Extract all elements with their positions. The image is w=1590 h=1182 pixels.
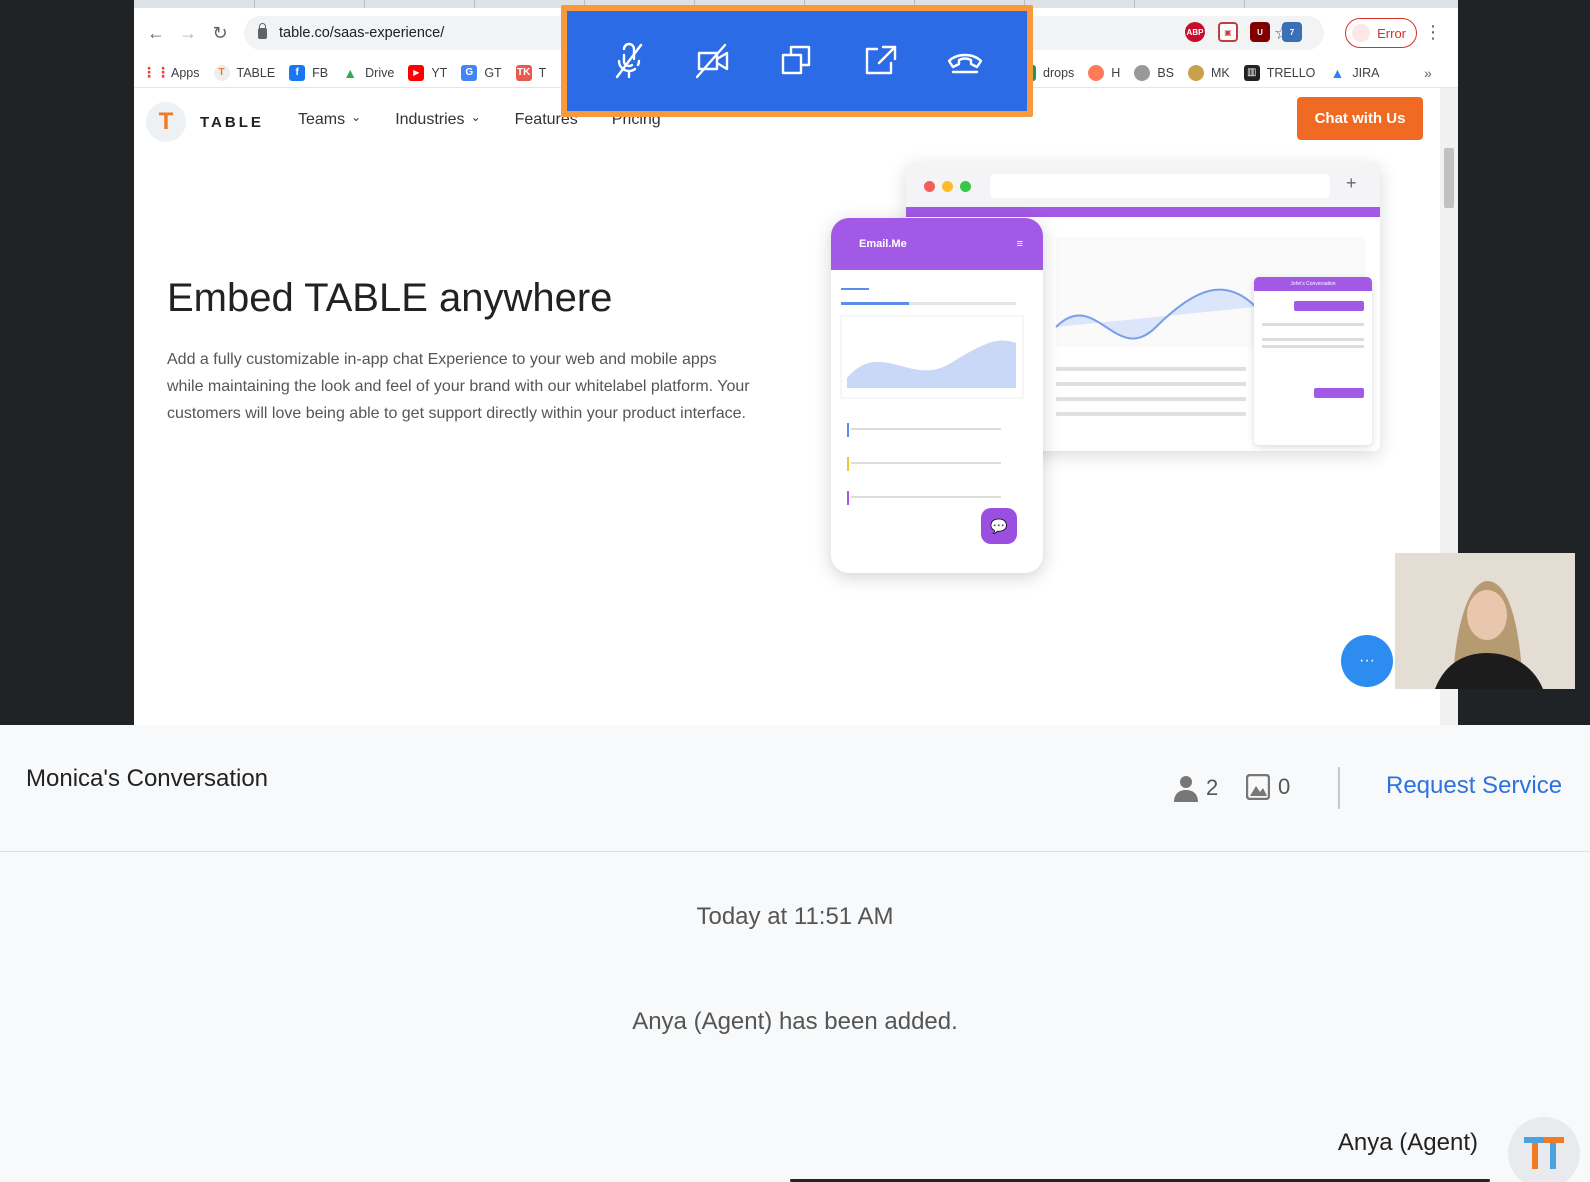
call-control-bar — [561, 5, 1033, 117]
reload-icon[interactable]: ↻ — [204, 23, 236, 44]
illustration-chat-card: John's Conversation — [1254, 277, 1372, 445]
bookmark-trello[interactable]: ▥ TRELLO — [1243, 64, 1315, 81]
conversation-panel: Monica's Conversation 2 0 Request Servic… — [0, 725, 1590, 1182]
bookmark-fb[interactable]: f FB — [289, 64, 328, 81]
illustration-phone: Email.Me ≡ 💬 — [831, 218, 1043, 573]
product-illustration: + John's Conversation Email.Me ≡ 💬 — [831, 163, 1380, 583]
bookmark-h[interactable]: H — [1088, 64, 1120, 81]
hang-up-icon — [947, 53, 983, 74]
agent-avatar — [1508, 1117, 1580, 1182]
adblock-plus-icon[interactable]: ABP — [1185, 22, 1205, 42]
website-page: T TABLE Teams Industries Features Pricin… — [134, 88, 1440, 725]
trello-icon: ▥ — [1243, 64, 1260, 81]
apps-grid-icon: ⋮⋮ — [142, 64, 170, 80]
browser-menu-icon[interactable]: ⋮ — [1424, 22, 1442, 43]
message-sender-name: Anya (Agent) — [1337, 1129, 1478, 1156]
bookmark-yt[interactable]: ▶ YT — [408, 64, 447, 81]
illustration-chat-icon: 💬 — [981, 508, 1017, 544]
request-service-link[interactable]: Request Service — [1386, 772, 1562, 800]
page-scrollbar-thumb[interactable] — [1444, 148, 1454, 208]
site-logo[interactable]: T TABLE — [146, 102, 264, 142]
system-message: Anya (Agent) has been added. — [632, 1008, 958, 1035]
translate-icon: G — [461, 64, 478, 81]
person-icon — [1174, 776, 1198, 802]
error-label: Error — [1377, 25, 1406, 41]
youtube-icon: ▶ — [408, 64, 425, 81]
bookmark-jira[interactable]: ▲ JIRA — [1329, 65, 1379, 81]
ublock-extension-icon[interactable]: U — [1250, 22, 1270, 42]
bookmark-drive[interactable]: ▲ Drive — [342, 65, 394, 81]
nav-industries[interactable]: Industries — [395, 111, 480, 129]
floating-chat-button[interactable]: ··· — [1341, 635, 1393, 687]
video-off-icon — [695, 43, 729, 79]
copy-windows-icon — [781, 45, 811, 75]
drive-icon: ▲ — [343, 64, 358, 81]
end-call-button[interactable] — [937, 33, 993, 89]
logo-wordmark: TABLE — [200, 113, 264, 131]
conversation-header: Monica's Conversation 2 0 Request Servic… — [0, 725, 1590, 852]
table-logo-icon: T — [146, 102, 186, 142]
back-arrow-icon[interactable]: ← — [140, 23, 172, 44]
message-timestamp: Today at 11:51 AM — [696, 903, 894, 930]
bookmark-gt[interactable]: G GT — [461, 64, 502, 81]
bookmark-mk[interactable]: MK — [1188, 64, 1230, 81]
popout-button[interactable] — [853, 33, 909, 89]
mic-off-icon — [615, 42, 643, 79]
facebook-icon: f — [289, 64, 306, 81]
attachments-count[interactable]: 0 — [1246, 774, 1290, 800]
nav-teams[interactable]: Teams — [298, 111, 361, 129]
profile-error-button[interactable]: Error — [1345, 18, 1417, 48]
chat-with-us-button[interactable]: Chat with Us — [1297, 97, 1423, 140]
external-link-icon — [865, 45, 897, 75]
attachments-count-value: 0 — [1278, 774, 1291, 799]
conversation-title: Monica's Conversation — [26, 765, 269, 792]
participant-video[interactable] — [1395, 553, 1575, 689]
image-icon — [1246, 774, 1270, 800]
switch-view-button[interactable] — [769, 33, 825, 89]
bookmark-t[interactable]: TK T — [515, 64, 546, 81]
bookmarks-overflow-icon[interactable]: » — [1424, 65, 1432, 81]
bookmark-bs[interactable]: BS — [1134, 64, 1174, 81]
url-text[interactable]: table.co/saas-experience/ — [279, 25, 444, 41]
bookmark-apps[interactable]: ⋮⋮ Apps — [142, 64, 200, 81]
pocket-extension-icon[interactable]: ▣ — [1218, 22, 1238, 42]
jira-icon: ▲ — [1330, 64, 1345, 81]
mute-mic-button[interactable] — [601, 33, 657, 89]
extension-badge-icon[interactable]: 7 — [1282, 22, 1302, 42]
forward-arrow-icon[interactable]: → — [172, 23, 204, 44]
table-logo-icon — [1524, 1137, 1564, 1169]
stop-video-button[interactable] — [685, 33, 741, 89]
lock-icon — [258, 22, 267, 39]
participants-count-value: 2 — [1206, 775, 1219, 800]
hero-title: Embed TABLE anywhere — [167, 276, 613, 320]
tk-icon: TK — [515, 64, 532, 81]
mk-icon — [1188, 64, 1204, 81]
shared-screen: ← → ↻ table.co/saas-experience/ ☆ ABP ▣ … — [0, 0, 1590, 725]
bookmark-table[interactable]: T TABLE — [213, 64, 275, 81]
hubspot-icon — [1088, 64, 1105, 81]
hero-description: Add a fully customizable in-app chat Exp… — [167, 351, 750, 422]
participants-count[interactable]: 2 — [1174, 774, 1218, 802]
table-logo-icon: T — [213, 64, 230, 81]
header-divider — [1338, 767, 1340, 809]
bs-icon — [1134, 64, 1151, 81]
